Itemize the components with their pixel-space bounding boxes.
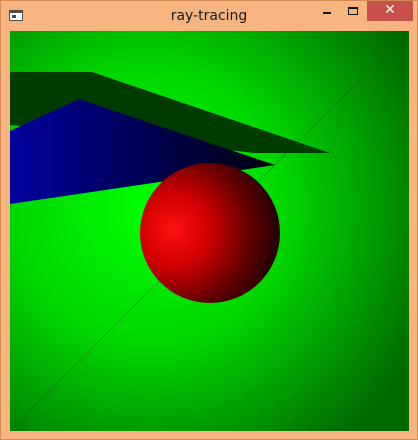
ray-traced-scene <box>10 31 409 431</box>
red-sphere <box>140 163 280 303</box>
app-window: ray-tracing ✕ <box>0 0 418 440</box>
render-canvas <box>10 31 409 431</box>
title-bar[interactable]: ray-tracing ✕ <box>1 1 417 31</box>
minimize-button[interactable] <box>314 1 340 21</box>
close-button[interactable]: ✕ <box>367 1 413 21</box>
maximize-button[interactable] <box>340 1 366 21</box>
